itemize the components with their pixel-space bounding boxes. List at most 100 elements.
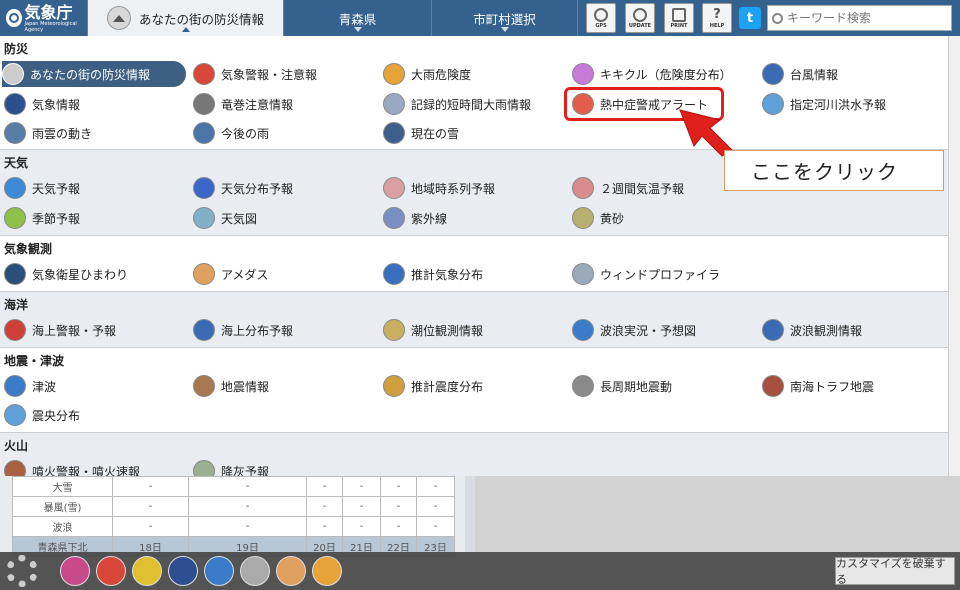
search-input[interactable] xyxy=(787,11,947,25)
gps-button[interactable]: GPS xyxy=(586,3,616,33)
section-title: 防災 xyxy=(4,42,29,56)
menu-item-river-flood[interactable]: 指定河川洪水予報 xyxy=(762,91,886,117)
section-observation: 気象観測 気象衛星ひまわり アメダス 推計気象分布 ウィンドプロファイラ xyxy=(0,236,948,292)
menu-item-tornado[interactable]: 竜巻注意情報 xyxy=(193,91,293,117)
table-row: 大雪 - - - - - - xyxy=(12,476,455,497)
menu-item-local-disaster-info[interactable]: あなたの街の防災情報 xyxy=(2,61,186,87)
marine-distribution-icon xyxy=(193,319,215,341)
discard-customize-button[interactable]: カスタマイズを破棄する xyxy=(835,557,955,586)
menu-item-estimated-weather[interactable]: 推計気象分布 xyxy=(383,261,483,287)
menu-item-epicenter[interactable]: 震央分布 xyxy=(4,402,80,428)
menu-item-timeseries-forecast[interactable]: 地域時系列予報 xyxy=(383,175,495,201)
menu-item-volcano-warning[interactable]: 噴火警報・噴火速報 xyxy=(4,458,140,476)
menu-item-kikikuru[interactable]: キキクル（危険度分布） xyxy=(572,61,732,87)
menu-item-himawari[interactable]: 気象衛星ひまわり xyxy=(4,261,128,287)
quick-grid-icon[interactable] xyxy=(60,556,90,586)
menu-item-amedas[interactable]: アメダス xyxy=(193,261,268,287)
section-title: 火山 xyxy=(4,439,29,453)
warning-table: 大雪 - - - - - - 暴風(雪) - - - - - - 波浪 - - … xyxy=(12,476,455,557)
menu-item-future-rain[interactable]: 今後の雨 xyxy=(193,120,269,146)
nankai-trough-icon xyxy=(762,375,784,397)
menu-item-tide[interactable]: 潮位観測情報 xyxy=(383,317,483,343)
jma-logo[interactable]: 気象庁 Japan Meteorological Agency xyxy=(0,0,88,36)
menu-item-weather-info[interactable]: 気象情報 xyxy=(4,91,80,117)
home-icon xyxy=(106,6,131,30)
menu-item-typhoon[interactable]: 台風情報 xyxy=(762,61,838,87)
menu-item-marine-warning[interactable]: 海上警報・予報 xyxy=(4,317,116,343)
wave-observation-icon xyxy=(762,319,784,341)
refresh-icon xyxy=(633,7,647,22)
menu-item-forecast[interactable]: 天気予報 xyxy=(4,175,80,201)
menu-item-record-rain[interactable]: 記録的短時間大雨情報 xyxy=(383,91,531,117)
logo-title: 気象庁 xyxy=(24,2,73,22)
tab-prefecture[interactable]: 青森県 xyxy=(284,0,432,36)
heavy-rain-icon xyxy=(383,63,405,85)
disaster-info-menu: 防災 あなたの街の防災情報 気象警報・注意報 大雨危険度 キキクル（危険度分布）… xyxy=(0,36,948,476)
amedas-icon xyxy=(193,263,215,285)
marine-warning-icon xyxy=(4,319,26,341)
wind-profiler-icon xyxy=(572,263,594,285)
menu-item-distribution-forecast[interactable]: 天気分布予報 xyxy=(193,175,293,201)
search-icon xyxy=(772,12,783,24)
epicenter-icon xyxy=(4,404,26,426)
quick-caution-icon[interactable] xyxy=(132,556,162,586)
tab-label: 市町村選択 xyxy=(473,11,536,27)
menu-item-seasonal-forecast[interactable]: 季節予報 xyxy=(4,205,80,231)
quick-amedas-icon[interactable] xyxy=(276,556,306,586)
yellow-sand-icon xyxy=(572,207,594,229)
warning-icon xyxy=(193,63,215,85)
section-disaster-prevention: 防災 あなたの街の防災情報 気象警報・注意報 大雨危険度 キキクル（危険度分布）… xyxy=(0,36,948,150)
menu-item-wave-observation[interactable]: 波浪観測情報 xyxy=(762,317,862,343)
menu-item-long-period[interactable]: 長周期地震動 xyxy=(572,373,672,399)
quick-warning-icon[interactable] xyxy=(96,556,126,586)
quick-info-icon[interactable] xyxy=(204,556,234,586)
gear-icon[interactable] xyxy=(6,555,38,587)
satellite-icon xyxy=(4,263,26,285)
long-period-icon xyxy=(572,375,594,397)
table-row: 波浪 - - - - - - xyxy=(12,516,455,537)
menu-item-ashfall[interactable]: 降灰予報 xyxy=(193,458,269,476)
table-row: 暴風(雪) - - - - - - xyxy=(12,496,455,517)
menu-item-uv[interactable]: 紫外線 xyxy=(383,205,447,231)
tornado-icon xyxy=(193,93,215,115)
menu-item-tsunami[interactable]: 津波 xyxy=(4,373,56,399)
menu-item-current-snow[interactable]: 現在の雪 xyxy=(383,120,459,146)
tab-municipality[interactable]: 市町村選択 xyxy=(432,0,578,36)
print-button[interactable]: PRINT xyxy=(664,3,694,33)
quick-weather-info-icon[interactable] xyxy=(168,556,198,586)
menu-item-earthquake-info[interactable]: 地震情報 xyxy=(193,373,269,399)
menu-item-two-week-temperature[interactable]: ２週間気温予報 xyxy=(572,175,684,201)
future-rain-icon xyxy=(193,122,215,144)
update-button[interactable]: UPDATE xyxy=(625,3,655,33)
forecast-icon xyxy=(4,177,26,199)
caret-up-icon xyxy=(181,27,190,32)
menu-item-rain-cloud[interactable]: 雨雲の動き xyxy=(4,120,92,146)
timeseries-icon xyxy=(383,177,405,199)
section-volcano: 火山 噴火警報・噴火速報 降灰予報 xyxy=(0,433,948,476)
search-box xyxy=(767,5,952,31)
quick-tornado-icon[interactable] xyxy=(240,556,270,586)
chevron-down-icon xyxy=(500,27,509,32)
menu-item-nankai-trough[interactable]: 南海トラフ地震 xyxy=(762,373,874,399)
twitter-icon: t xyxy=(746,10,754,26)
kikikuru-icon xyxy=(572,63,594,85)
help-button[interactable]: ? HELP xyxy=(702,3,732,33)
menu-item-weather-map[interactable]: 天気図 xyxy=(193,205,257,231)
menu-item-wave-map[interactable]: 波浪実況・予想図 xyxy=(572,317,696,343)
menu-item-wind-profiler[interactable]: ウィンドプロファイラ xyxy=(572,261,720,287)
quick-heavy-rain-icon[interactable] xyxy=(312,556,342,586)
menu-item-heavy-rain-risk[interactable]: 大雨危険度 xyxy=(383,61,471,87)
tide-icon xyxy=(383,319,405,341)
section-title: 地震・津波 xyxy=(4,354,65,368)
section-title: 海洋 xyxy=(4,298,29,312)
tab-local-disaster-info[interactable]: あなたの街の防災情報 xyxy=(88,0,284,36)
menu-item-marine-distribution[interactable]: 海上分布予報 xyxy=(193,317,293,343)
jma-logo-icon xyxy=(6,9,22,27)
menu-item-yellow-sand[interactable]: 黄砂 xyxy=(572,205,624,231)
menu-item-seismic-intensity[interactable]: 推計震度分布 xyxy=(383,373,483,399)
printer-icon xyxy=(672,7,686,22)
menu-scrollbar[interactable] xyxy=(948,36,960,476)
snow-icon xyxy=(383,122,405,144)
twitter-button[interactable]: t xyxy=(739,7,761,29)
menu-item-weather-warnings[interactable]: 気象警報・注意報 xyxy=(193,61,317,87)
